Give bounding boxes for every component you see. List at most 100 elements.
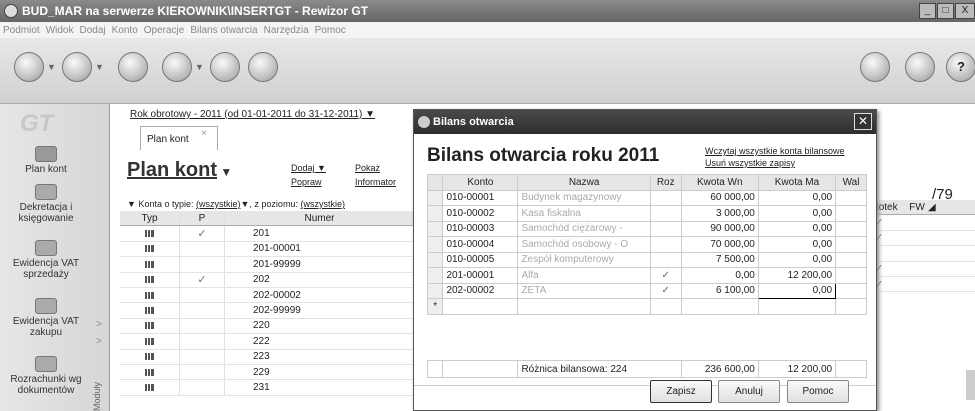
show-link[interactable]: Pokaż bbox=[355, 163, 380, 173]
cell-wal[interactable] bbox=[835, 205, 867, 222]
tab-close-icon[interactable]: × bbox=[201, 128, 207, 139]
scrollbar[interactable] bbox=[966, 370, 975, 400]
table-row[interactable]: 202-00002 ZETA ✓ 6 100,00 0,00 bbox=[426, 282, 867, 299]
cell-wal[interactable] bbox=[835, 189, 867, 206]
table-row[interactable]: ✓ 202 bbox=[120, 272, 415, 288]
cell-kwota-wn[interactable]: 90 000,00 bbox=[680, 220, 759, 237]
col-p[interactable]: P bbox=[180, 211, 225, 226]
back-icon[interactable] bbox=[14, 52, 44, 82]
cell-roz[interactable] bbox=[649, 189, 682, 206]
col-fw[interactable]: FW bbox=[906, 202, 928, 213]
cell-wal[interactable] bbox=[835, 267, 867, 284]
table-row[interactable]: 202-00002 bbox=[120, 287, 415, 304]
cell-wal[interactable] bbox=[835, 282, 867, 299]
table-row[interactable]: 010-00003 Samochód ciężarowy - 90 000,00 0,… bbox=[426, 220, 867, 237]
cell-konto[interactable]: 201-00001 bbox=[442, 267, 519, 284]
table-row[interactable]: 201-99999 bbox=[120, 257, 415, 273]
cell-kwota-ma[interactable]: 12 200,00 bbox=[757, 267, 837, 284]
cell-roz[interactable] bbox=[649, 236, 682, 253]
column-chooser-icon[interactable]: ◢ bbox=[928, 202, 975, 213]
cell-kwota-ma[interactable]: 0,00 bbox=[757, 282, 837, 299]
cell-kwota-ma[interactable]: 0,00 bbox=[757, 251, 837, 268]
save-button[interactable]: Zapisz bbox=[650, 380, 712, 403]
table-row[interactable]: 010-00001 Budynek magazynowy 60 000,00 0,00 bbox=[426, 189, 867, 206]
maximize-button[interactable]: □ bbox=[937, 3, 954, 19]
cell-kwota-wn[interactable]: 3 000,00 bbox=[680, 205, 759, 222]
col-konto[interactable]: Konto bbox=[442, 174, 519, 191]
globe-icon[interactable] bbox=[860, 52, 890, 82]
cell-roz[interactable] bbox=[649, 220, 682, 237]
table-row[interactable]: 222 bbox=[120, 334, 415, 350]
col-nazwa[interactable]: Nazwa bbox=[517, 174, 651, 191]
add-link[interactable]: Dodaj ▼ bbox=[291, 163, 326, 173]
cell-roz[interactable]: ✓ bbox=[649, 282, 682, 299]
help-button[interactable]: Pomoc bbox=[787, 380, 849, 403]
cell-nazwa[interactable]: Alfa bbox=[517, 267, 651, 284]
table-row[interactable]: 231 bbox=[120, 380, 415, 396]
table-row[interactable]: 201-00001 bbox=[120, 241, 415, 258]
new-row[interactable]: * bbox=[426, 298, 867, 315]
cell-roz[interactable] bbox=[649, 251, 682, 268]
eraser-icon[interactable] bbox=[162, 52, 192, 82]
menu-operacje[interactable]: Operacje bbox=[144, 25, 185, 36]
cell-kwota-wn[interactable]: 6 100,00 bbox=[680, 282, 759, 299]
cell-kwota-wn[interactable]: 60 000,00 bbox=[680, 189, 759, 206]
close-button[interactable]: X bbox=[955, 3, 975, 19]
cell-nazwa[interactable]: Samochód osobowy - O bbox=[517, 236, 651, 253]
sidebar-item-rozrachunki[interactable]: Rozrachunki wg dokumentów bbox=[0, 356, 92, 396]
col-kwota-wn[interactable]: Kwota Wn bbox=[680, 174, 759, 191]
col-roz[interactable]: Roz bbox=[649, 174, 682, 191]
edit-link[interactable]: Popraw bbox=[291, 177, 322, 187]
minimize-button[interactable]: _ bbox=[919, 3, 936, 19]
table-row[interactable]: 220 bbox=[120, 318, 415, 335]
sidebar-item-vat-zakupu[interactable]: Ewidencja VAT zakupu bbox=[0, 298, 92, 338]
col-wal[interactable]: Wal bbox=[835, 174, 867, 191]
help-icon[interactable]: ? bbox=[946, 52, 975, 82]
cell-kwota-wn[interactable]: 70 000,00 bbox=[680, 236, 759, 253]
cell-kwota-wn[interactable]: 7 500,00 bbox=[680, 251, 759, 268]
forward-icon[interactable] bbox=[62, 52, 92, 82]
cell-kwota-wn[interactable]: 0,00 bbox=[680, 267, 759, 284]
cell-nazwa[interactable]: Budynek magazynowy bbox=[517, 189, 651, 206]
cell-konto[interactable]: 010-00005 bbox=[442, 251, 519, 268]
table-row[interactable]: 010-00002 Kasa fiskalna 3 000,00 0,00 bbox=[426, 205, 867, 222]
dialog-close-button[interactable]: ✕ bbox=[854, 113, 872, 130]
settings-icon[interactable] bbox=[248, 52, 278, 82]
table-row[interactable]: 223 bbox=[120, 349, 415, 365]
load-all-accounts-link[interactable]: Wczytaj wszystkie konta bilansowe bbox=[705, 145, 845, 157]
menu-pomoc[interactable]: Pomoc bbox=[315, 25, 346, 36]
filter-level-select[interactable]: (wszystkie) bbox=[300, 199, 345, 209]
cell-kwota-ma[interactable]: 0,00 bbox=[757, 205, 837, 222]
fiscal-year-selector[interactable]: Rok obrotowy - 2011 (od 01-01-2011 do 31… bbox=[130, 109, 375, 120]
cell-roz[interactable]: ✓ bbox=[649, 267, 682, 284]
cell-konto[interactable]: 010-00004 bbox=[442, 236, 519, 253]
menu-konto[interactable]: Konto bbox=[112, 25, 138, 36]
cell-kwota-ma[interactable]: 0,00 bbox=[757, 236, 837, 253]
delete-all-entries-link[interactable]: Usuń wszystkie zapisy bbox=[705, 157, 845, 169]
filter-type-select[interactable]: (wszystkie) bbox=[196, 199, 241, 209]
sidebar-item-plan-kont[interactable]: Plan kont bbox=[0, 146, 92, 175]
cell-nazwa[interactable]: Kasa fiskalna bbox=[517, 205, 651, 222]
forward-dropdown-icon[interactable]: ▼ bbox=[95, 62, 104, 72]
col-kwota-ma[interactable]: Kwota Ma bbox=[757, 174, 837, 191]
table-row[interactable]: 229 bbox=[120, 364, 415, 381]
sidebar-item-vat-sprzedazy[interactable]: Ewidencja VAT sprzedaży bbox=[0, 240, 92, 280]
tab-plan-kont[interactable]: Plan kont × bbox=[140, 126, 218, 150]
cell-konto[interactable]: 202-00002 bbox=[442, 282, 519, 299]
book-icon[interactable] bbox=[905, 52, 935, 82]
sidebar-item-dekretacja[interactable]: Dekretacja i księgowanie bbox=[0, 184, 92, 224]
ledger-icon[interactable] bbox=[118, 52, 148, 82]
cell-wal[interactable] bbox=[835, 236, 867, 253]
menu-narzedzia[interactable]: Narzędzia bbox=[264, 25, 309, 36]
back-dropdown-icon[interactable]: ▼ bbox=[47, 62, 56, 72]
cell-kwota-ma[interactable]: 0,00 bbox=[757, 220, 837, 237]
cell-roz[interactable] bbox=[649, 205, 682, 222]
informator-link[interactable]: Informator bbox=[355, 177, 396, 187]
table-row[interactable]: 010-00004 Samochód osobowy - O 70 000,00 0,… bbox=[426, 236, 867, 253]
cell-konto[interactable]: 010-00001 bbox=[442, 189, 519, 206]
table-row[interactable]: 010-00005 Zespół komputerowy 7 500,00 0,00 bbox=[426, 251, 867, 268]
tools-icon[interactable] bbox=[210, 52, 240, 82]
cell-nazwa[interactable]: Samochód ciężarowy - bbox=[517, 220, 651, 237]
eraser-dropdown-icon[interactable]: ▼ bbox=[195, 62, 204, 72]
menu-dodaj[interactable]: Dodaj bbox=[79, 25, 105, 36]
